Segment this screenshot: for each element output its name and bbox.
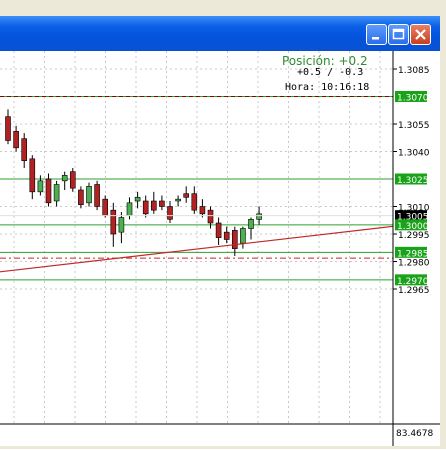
- candle-body: [29, 158, 36, 193]
- minimize-button[interactable]: [366, 24, 387, 45]
- candle-body: [183, 193, 189, 198]
- price-level-label: 1.2970: [397, 277, 429, 287]
- candle-body: [118, 217, 125, 233]
- close-button[interactable]: [410, 24, 431, 45]
- axis-tick-label: 1.3055: [398, 121, 430, 131]
- axis-tick-label: 1.2980: [398, 258, 430, 268]
- candle-body: [110, 209, 117, 235]
- candle-body: [61, 175, 68, 182]
- candle-body: [232, 230, 238, 249]
- maximize-icon: [392, 28, 405, 40]
- window-frame-top: [0, 0, 446, 16]
- candle-body: [151, 200, 157, 211]
- candle-body: [134, 197, 141, 202]
- position-values: +0.5 / -0.3: [297, 67, 364, 78]
- axis-tick-label: 1.2995: [398, 231, 430, 241]
- candle-body: [223, 231, 230, 240]
- candle-body: [102, 198, 108, 216]
- price-level-label: 1.3070: [397, 93, 429, 103]
- price-chart[interactable]: 1.30851.30551.30401.30101.29951.29801.29…: [0, 51, 440, 446]
- axis-tick-label: 1.3040: [398, 148, 430, 158]
- close-icon: [415, 29, 426, 40]
- price-level-label: 1.2985: [397, 249, 429, 259]
- candle-body: [86, 186, 92, 204]
- chart-background: [0, 51, 440, 446]
- axis-tick-label: 1.2965: [398, 286, 430, 296]
- candle-body: [248, 219, 254, 229]
- candle-body: [167, 206, 173, 220]
- position-title: Posición: +0.2: [282, 54, 368, 68]
- window-frame-right: [440, 0, 446, 449]
- candle-body: [126, 202, 133, 216]
- candle-body: [78, 189, 84, 205]
- candle-body: [240, 228, 246, 244]
- candle-body: [215, 222, 222, 238]
- candle-body: [53, 184, 60, 202]
- chart-area[interactable]: 1.3085 1.3055 1.3040 1.3010 1.2995 1.2980 1.29…: [0, 51, 440, 446]
- indicator-value-label: 83.4678: [396, 429, 433, 439]
- candle-body: [21, 138, 28, 161]
- candle-body: [142, 200, 149, 215]
- candle-body: [175, 198, 181, 202]
- candle-body: [13, 131, 19, 149]
- candle-body: [256, 213, 262, 220]
- maximize-button[interactable]: [388, 24, 409, 45]
- candle-body: [37, 180, 44, 193]
- candle-body: [5, 116, 11, 141]
- axis-tick-label: 1.3085: [398, 66, 430, 76]
- candle-body: [70, 171, 76, 189]
- price-level-label: 1.3000: [397, 222, 429, 232]
- candle-body: [191, 193, 198, 211]
- candle-body: [94, 184, 100, 207]
- time-label: Hora: 10:16:18: [285, 82, 370, 93]
- candle-body: [159, 200, 165, 207]
- candle-body: [207, 209, 214, 224]
- minimize-icon: [372, 37, 379, 40]
- candle-body: [45, 178, 52, 204]
- price-level-label: 1.3025: [397, 176, 429, 186]
- candle-body: [199, 206, 206, 215]
